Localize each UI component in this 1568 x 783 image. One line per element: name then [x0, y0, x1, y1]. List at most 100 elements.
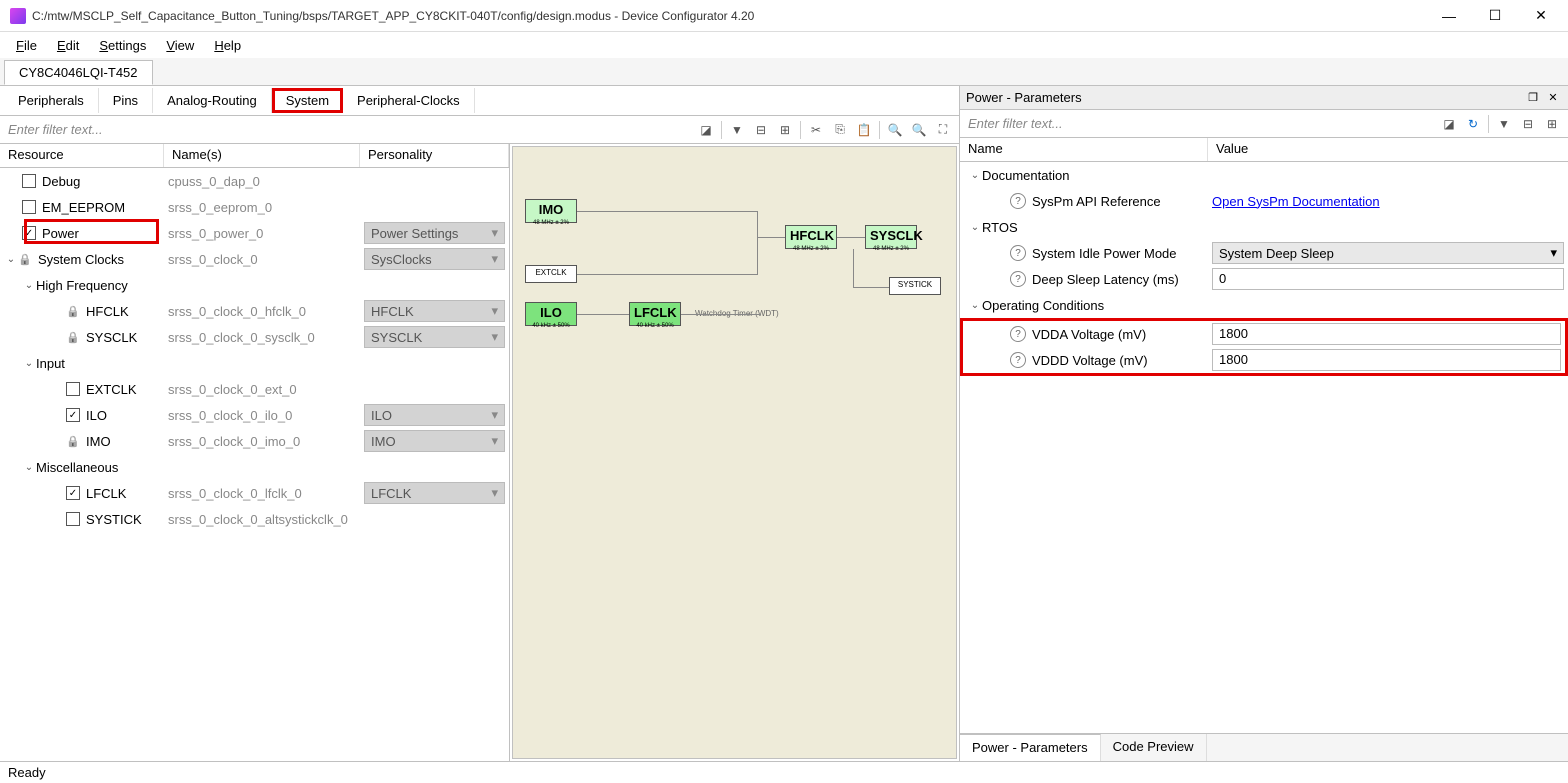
voltage-highlight-box: ?VDDA Voltage (mV)1800 ?VDDD Voltage (mV…	[960, 318, 1568, 376]
paste-icon[interactable]: 📋	[854, 120, 874, 140]
imo-personality[interactable]: IMO▾	[364, 430, 505, 452]
hf-label: High Frequency	[36, 278, 128, 293]
extclk-name: srss_0_clock_0_ext_0	[164, 382, 360, 397]
hfclk-personality[interactable]: HFCLK▾	[364, 300, 505, 322]
menu-view[interactable]: View	[156, 35, 204, 56]
tab-power-parameters[interactable]: Power - Parameters	[960, 734, 1101, 761]
input-label: Input	[36, 356, 65, 371]
lfclk-checkbox[interactable]	[66, 486, 80, 500]
input-expander[interactable]: ⌄	[22, 358, 36, 369]
tab-pins[interactable]: Pins	[99, 88, 153, 113]
right-filter-icon[interactable]: ▼	[1494, 114, 1514, 134]
diagram-lfclk: LFCLK40 kHz ± 50%	[629, 302, 681, 326]
power-label: Power	[42, 226, 79, 241]
sysclk-name: srss_0_clock_0_sysclk_0	[164, 330, 360, 345]
help-icon[interactable]: ?	[1010, 326, 1026, 342]
resource-tree: Resource Name(s) Personality Debug cpuss…	[0, 144, 510, 761]
left-filter-row: ◪ ▼ ⊟ ⊞ ✂ ⎘ 📋 🔍 🔍 ⛶	[0, 116, 959, 144]
rtos-section[interactable]: RTOS	[982, 220, 1018, 235]
eeprom-label: EM_EEPROM	[42, 200, 125, 215]
collapse-icon[interactable]: ⊟	[751, 120, 771, 140]
sysclocks-name: srss_0_clock_0	[164, 252, 360, 267]
diagram-sysclk: SYSCLK48 MHz ± 2%	[865, 225, 917, 249]
menu-help[interactable]: Help	[204, 35, 251, 56]
ilo-checkbox[interactable]	[66, 408, 80, 422]
device-tab[interactable]: CY8C4046LQI-T452	[4, 60, 153, 85]
debug-label: Debug	[42, 174, 80, 189]
right-expand-icon[interactable]: ⊞	[1542, 114, 1562, 134]
power-name: srss_0_power_0	[164, 226, 360, 241]
clock-diagram[interactable]: IMO48 MHz ± 2% EXTCLK ILO40 kHz ± 50% LF…	[512, 146, 957, 759]
eeprom-checkbox[interactable]	[22, 200, 36, 214]
help-icon[interactable]: ?	[1010, 352, 1026, 368]
power-personality[interactable]: Power Settings▾	[364, 222, 505, 244]
right-eraser-icon[interactable]: ◪	[1439, 114, 1459, 134]
status-bar: Ready	[0, 761, 1568, 783]
menu-edit[interactable]: Edit	[47, 35, 89, 56]
ilo-personality[interactable]: ILO▾	[364, 404, 505, 426]
help-icon[interactable]: ?	[1010, 193, 1026, 209]
param-col-name: Name	[960, 138, 1208, 161]
deep-sleep-label: Deep Sleep Latency (ms)	[1032, 272, 1179, 287]
vddd-label: VDDD Voltage (mV)	[1032, 353, 1148, 368]
sysclk-lock-icon	[66, 330, 80, 344]
imo-lock-icon	[66, 434, 80, 448]
hfclk-label: HFCLK	[86, 304, 129, 319]
opcond-section[interactable]: Operating Conditions	[982, 298, 1104, 313]
param-col-value: Value	[1208, 138, 1568, 161]
filter-icon[interactable]: ▼	[727, 120, 747, 140]
cut-icon[interactable]: ✂	[806, 120, 826, 140]
diagram-imo: IMO48 MHz ± 2%	[525, 199, 577, 223]
right-bottom-tabs: Power - Parameters Code Preview	[960, 733, 1568, 761]
panel-float-icon[interactable]: ❐	[1524, 89, 1542, 107]
misc-expander[interactable]: ⌄	[22, 462, 36, 473]
idle-mode-dropdown[interactable]: System Deep Sleep▾	[1212, 242, 1564, 264]
sysclocks-personality[interactable]: SysClocks▾	[364, 248, 505, 270]
tab-system[interactable]: System	[272, 88, 343, 113]
minimize-button[interactable]: —	[1426, 0, 1472, 32]
col-names: Name(s)	[164, 144, 360, 167]
title-bar: C:/mtw/MSCLP_Self_Capacitance_Button_Tun…	[0, 0, 1568, 32]
hf-expander[interactable]: ⌄	[22, 280, 36, 291]
copy-icon[interactable]: ⎘	[830, 120, 850, 140]
panel-close-icon[interactable]: ✕	[1544, 89, 1562, 107]
maximize-button[interactable]: ☐	[1472, 0, 1518, 32]
extclk-checkbox[interactable]	[66, 382, 80, 396]
left-filter-input[interactable]	[0, 118, 690, 141]
vddd-input[interactable]: 1800	[1212, 349, 1561, 371]
syspm-ref-label: SysPm API Reference	[1032, 194, 1161, 209]
help-icon[interactable]: ?	[1010, 245, 1026, 261]
tab-peripherals[interactable]: Peripherals	[4, 88, 99, 113]
right-filter-input[interactable]	[960, 112, 1433, 135]
doc-section[interactable]: Documentation	[982, 168, 1069, 183]
right-panel-header: Power - Parameters ❐ ✕	[960, 86, 1568, 110]
lfclk-personality[interactable]: LFCLK▾	[364, 482, 505, 504]
zoom-in-icon[interactable]: 🔍	[885, 120, 905, 140]
right-collapse-icon[interactable]: ⊟	[1518, 114, 1538, 134]
sysclocks-lock-icon	[18, 252, 32, 266]
imo-name: srss_0_clock_0_imo_0	[164, 434, 360, 449]
expand-icon[interactable]: ⊞	[775, 120, 795, 140]
eraser-icon[interactable]: ◪	[696, 120, 716, 140]
menu-file[interactable]: File	[6, 35, 47, 56]
zoom-out-icon[interactable]: 🔍	[909, 120, 929, 140]
sysclocks-expander[interactable]: ⌄	[4, 254, 18, 265]
help-icon[interactable]: ?	[1010, 271, 1026, 287]
tab-code-preview[interactable]: Code Preview	[1101, 734, 1207, 761]
tab-peripheral-clocks[interactable]: Peripheral-Clocks	[343, 88, 475, 113]
idle-mode-label: System Idle Power Mode	[1032, 246, 1177, 261]
vdda-input[interactable]: 1800	[1212, 323, 1561, 345]
menu-settings[interactable]: Settings	[89, 35, 156, 56]
status-text: Ready	[8, 765, 46, 780]
refresh-icon[interactable]: ↻	[1463, 114, 1483, 134]
zoom-fit-icon[interactable]: ⛶	[933, 120, 953, 140]
sysclk-personality[interactable]: SYSCLK▾	[364, 326, 505, 348]
syspm-link[interactable]: Open SysPm Documentation	[1212, 194, 1380, 209]
deep-sleep-input[interactable]: 0	[1212, 268, 1564, 290]
debug-checkbox[interactable]	[22, 174, 36, 188]
diagram-ilo: ILO40 kHz ± 50%	[525, 302, 577, 326]
close-button[interactable]: ✕	[1518, 0, 1564, 32]
power-checkbox[interactable]	[22, 226, 36, 240]
tab-analog-routing[interactable]: Analog-Routing	[153, 88, 272, 113]
systick-checkbox[interactable]	[66, 512, 80, 526]
